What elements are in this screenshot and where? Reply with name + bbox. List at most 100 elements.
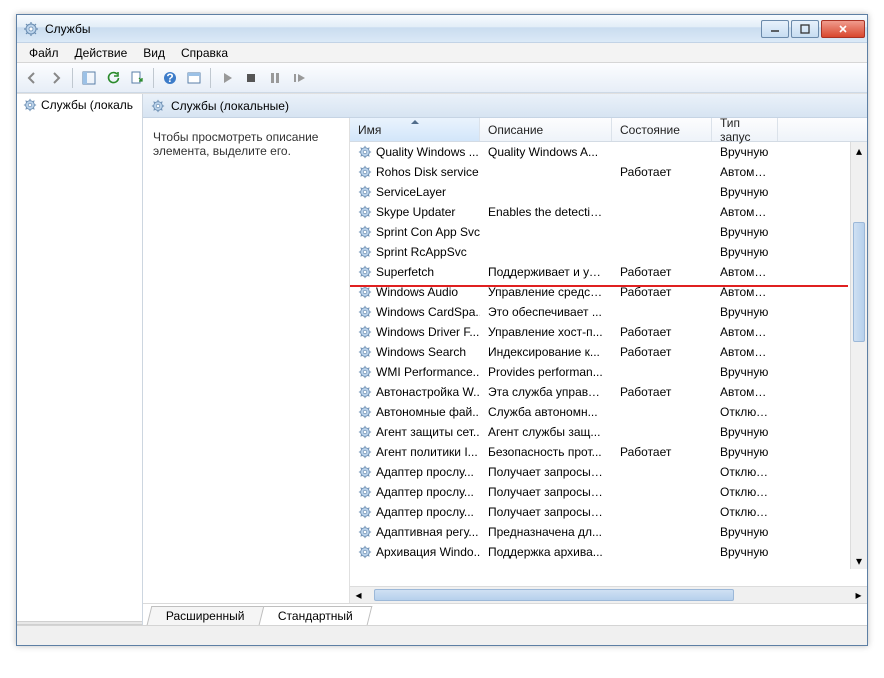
- menu-help[interactable]: Справка: [173, 44, 236, 62]
- table-row[interactable]: Windows AudioУправление средст...Работае…: [350, 282, 867, 302]
- gear-icon: [358, 285, 372, 299]
- tab-extended[interactable]: Расширенный: [147, 606, 264, 625]
- gear-icon: [358, 425, 372, 439]
- table-row[interactable]: Windows Driver F...Управление хост-п...Р…: [350, 322, 867, 342]
- cell-description: Безопасность прот...: [480, 445, 612, 459]
- restart-button[interactable]: [288, 67, 310, 89]
- scroll-up-icon[interactable]: ▴: [851, 142, 867, 159]
- cell-description: Агент службы защ...: [480, 425, 612, 439]
- cell-name: Адаптер прослу...: [350, 465, 480, 479]
- table-row[interactable]: Windows CardSpa...Это обеспечивает ...Вр…: [350, 302, 867, 322]
- column-state[interactable]: Состояние: [612, 118, 712, 141]
- table-row[interactable]: Автонастройка W...Эта служба управл...Ра…: [350, 382, 867, 402]
- cell-name: Sprint Con App Svc: [350, 225, 480, 239]
- cell-description: Поддерживает и ул...: [480, 265, 612, 279]
- show-hide-tree-button[interactable]: [78, 67, 100, 89]
- cell-name: WMI Performance...: [350, 365, 480, 379]
- scroll-left-icon[interactable]: ◂: [350, 587, 367, 603]
- table-row[interactable]: Агент политики I...Безопасность прот...Р…: [350, 442, 867, 462]
- cell-name: Rohos Disk service: [350, 165, 480, 179]
- cell-startup: Автомати: [712, 385, 778, 399]
- vertical-scrollbar[interactable]: ▴ ▾: [850, 142, 867, 569]
- refresh-button[interactable]: [102, 67, 124, 89]
- cell-startup: Отключен: [712, 505, 778, 519]
- table-row[interactable]: Автономные фай...Служба автономн...Отклю…: [350, 402, 867, 422]
- properties-button[interactable]: [183, 67, 205, 89]
- gear-icon: [358, 165, 372, 179]
- cell-description: Provides performan...: [480, 365, 612, 379]
- column-description[interactable]: Описание: [480, 118, 612, 141]
- forward-button[interactable]: [45, 67, 67, 89]
- gear-icon: [358, 445, 372, 459]
- table-row[interactable]: Адаптер прослу...Получает запросы ...Отк…: [350, 462, 867, 482]
- gear-icon: [358, 265, 372, 279]
- gear-icon: [358, 325, 372, 339]
- cell-description: Enables the detectio...: [480, 205, 612, 219]
- table-row[interactable]: Skype UpdaterEnables the detectio...Авто…: [350, 202, 867, 222]
- tree-pane[interactable]: Службы (локаль: [17, 94, 143, 625]
- table-row[interactable]: Агент защиты сет...Агент службы защ...Вр…: [350, 422, 867, 442]
- horizontal-scrollbar[interactable]: ◂ ▸: [350, 586, 867, 603]
- cell-name: Windows Search: [350, 345, 480, 359]
- menu-file[interactable]: Файл: [21, 44, 67, 62]
- export-button[interactable]: [126, 67, 148, 89]
- cell-description: Получает запросы ...: [480, 505, 612, 519]
- cell-name: Sprint RcAppSvc: [350, 245, 480, 259]
- scroll-right-icon[interactable]: ▸: [850, 587, 867, 603]
- table-row[interactable]: Windows SearchИндексирование к...Работае…: [350, 342, 867, 362]
- start-button[interactable]: [216, 67, 238, 89]
- view-tabs: Расширенный Стандартный: [143, 603, 867, 625]
- stop-button[interactable]: [240, 67, 262, 89]
- table-row[interactable]: Rohos Disk serviceРаботаетАвтомати: [350, 162, 867, 182]
- maximize-button[interactable]: [791, 20, 819, 38]
- pause-button[interactable]: [264, 67, 286, 89]
- gear-icon: [358, 345, 372, 359]
- gear-icon: [358, 245, 372, 259]
- gear-icon: [358, 465, 372, 479]
- titlebar[interactable]: Службы: [17, 15, 867, 43]
- column-name[interactable]: Имя: [350, 118, 480, 141]
- cell-startup: Автомати: [712, 205, 778, 219]
- close-button[interactable]: [821, 20, 865, 38]
- cell-description: Получает запросы ...: [480, 465, 612, 479]
- cell-name: Адаптивная регу...: [350, 525, 480, 539]
- tree-root-item[interactable]: Службы (локаль: [17, 94, 142, 116]
- cell-state: Работает: [612, 285, 712, 299]
- minimize-button[interactable]: [761, 20, 789, 38]
- table-row[interactable]: Адаптивная регу...Предназначена дл...Вру…: [350, 522, 867, 542]
- cell-startup: Вручную: [712, 305, 778, 319]
- menu-view[interactable]: Вид: [135, 44, 173, 62]
- menu-action[interactable]: Действие: [67, 44, 136, 62]
- cell-startup: Автомати: [712, 285, 778, 299]
- gear-icon: [23, 98, 37, 112]
- cell-name: Адаптер прослу...: [350, 485, 480, 499]
- cell-name: Windows CardSpa...: [350, 305, 480, 319]
- cell-startup: Вручную: [712, 545, 778, 559]
- gear-icon: [358, 505, 372, 519]
- cell-startup: Автомати: [712, 265, 778, 279]
- table-row[interactable]: Архивация Windo...Поддержка архива...Вру…: [350, 542, 867, 562]
- column-startup[interactable]: Тип запус: [712, 118, 778, 141]
- table-row[interactable]: Quality Windows ...Quality Windows A...В…: [350, 142, 867, 162]
- scroll-thumb[interactable]: [374, 589, 734, 601]
- table-row[interactable]: ServiceLayerВручную: [350, 182, 867, 202]
- cell-startup: Вручную: [712, 145, 778, 159]
- scroll-down-icon[interactable]: ▾: [851, 552, 867, 569]
- tab-standard[interactable]: Стандартный: [258, 606, 372, 625]
- back-button[interactable]: [21, 67, 43, 89]
- cell-startup: Автомати: [712, 345, 778, 359]
- cell-state: Работает: [612, 445, 712, 459]
- table-row[interactable]: Адаптер прослу...Получает запросы ...Отк…: [350, 502, 867, 522]
- table-row[interactable]: Адаптер прослу...Получает запросы ...Отк…: [350, 482, 867, 502]
- gear-icon: [358, 145, 372, 159]
- table-row[interactable]: Sprint Con App SvcВручную: [350, 222, 867, 242]
- scroll-thumb[interactable]: [853, 222, 865, 342]
- help-button[interactable]: ?: [159, 67, 181, 89]
- table-row[interactable]: WMI Performance...Provides performan...В…: [350, 362, 867, 382]
- content-pane: Службы (локальные) Чтобы просмотреть опи…: [143, 94, 867, 625]
- table-row[interactable]: Sprint RcAppSvcВручную: [350, 242, 867, 262]
- window-title: Службы: [45, 22, 759, 36]
- table-row[interactable]: SuperfetchПоддерживает и ул...РаботаетАв…: [350, 262, 867, 282]
- toolbar: ?: [17, 63, 867, 93]
- rows-container: Quality Windows ...Quality Windows A...В…: [350, 142, 867, 586]
